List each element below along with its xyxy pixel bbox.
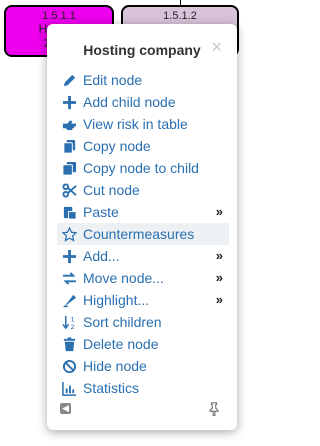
menu-item-label: Paste [83,204,119,220]
svg-text:2: 2 [70,323,74,330]
node-id: 1.5.1.2 [163,10,197,22]
menu-item-label: Copy node to child [83,160,199,176]
menu-item-label: Highlight... [83,292,150,308]
sort-numeric-icon: 12 [60,311,78,333]
hand-pointer-icon [60,113,78,135]
menu-item-label: Sort children [83,314,162,330]
copy-icon [60,135,78,157]
menu-items: Edit node Add child node View risk in tabl… [57,69,229,399]
submenu-arrow-icon: » [215,248,223,263]
plus-icon [60,245,78,267]
plus-icon [60,91,78,113]
pin-icon[interactable] [207,402,221,416]
copy-child-icon [60,157,78,179]
menu-item-copy-node[interactable]: Copy node [57,135,229,157]
pencil-icon [60,69,78,91]
menu-item-view-risk-in-table[interactable]: View risk in table [57,113,229,135]
menu-item-label: Copy node [83,138,151,154]
ban-icon [60,355,78,377]
menu-item-label: View risk in table [83,116,188,132]
menu-item-move-node[interactable]: Move node... » [57,267,229,289]
menu-footer: ◀ [57,402,227,418]
submenu-arrow-icon: » [215,270,223,285]
submenu-arrow-icon: » [215,292,223,307]
swap-arrows-icon [60,267,78,289]
menu-item-label: Move node... [83,270,164,286]
menu-item-copy-node-to-child[interactable]: Copy node to child [57,157,229,179]
menu-item-label: Delete node [83,336,159,352]
star-icon [60,223,78,245]
collapse-left-icon[interactable]: ◀ [60,403,71,414]
menu-item-label: Add... [83,248,120,264]
menu-item-label: Cut node [83,182,140,198]
menu-item-paste[interactable]: Paste » [57,201,229,223]
close-icon[interactable]: × [211,38,222,56]
paste-icon [60,201,78,223]
scissors-icon [60,179,78,201]
menu-item-cut-node[interactable]: Cut node [57,179,229,201]
menu-item-label: Statistics [83,380,140,396]
submenu-arrow-icon: » [215,204,223,219]
menu-item-edit-node[interactable]: Edit node [57,69,229,91]
menu-item-hide-node[interactable]: Hide node [57,355,229,377]
menu-item-countermeasures[interactable]: Countermeasures [57,223,229,245]
bar-chart-icon [60,377,78,399]
menu-title: Hosting company [83,42,201,58]
menu-item-label: Add child node [83,94,176,110]
menu-item-sort-children[interactable]: 1 2 Sort children [57,311,229,333]
menu-item-label: Edit node [83,72,143,88]
highlighter-icon [60,289,78,311]
menu-item-label: Countermeasures [83,226,195,242]
menu-item-add[interactable]: Add... » [57,245,229,267]
menu-item-highlight[interactable]: Highlight... » [57,289,229,311]
trash-icon [60,333,78,355]
node-context-menu: Hosting company × Edit node Add child nod… [47,24,237,430]
menu-item-label: Hide node [83,358,147,374]
menu-item-add-child-node[interactable]: Add child node [57,91,229,113]
node-id: 1.5.1.1 [42,10,76,22]
menu-item-statistics[interactable]: Statistics [57,377,229,399]
menu-item-delete-node[interactable]: Delete node [57,333,229,355]
